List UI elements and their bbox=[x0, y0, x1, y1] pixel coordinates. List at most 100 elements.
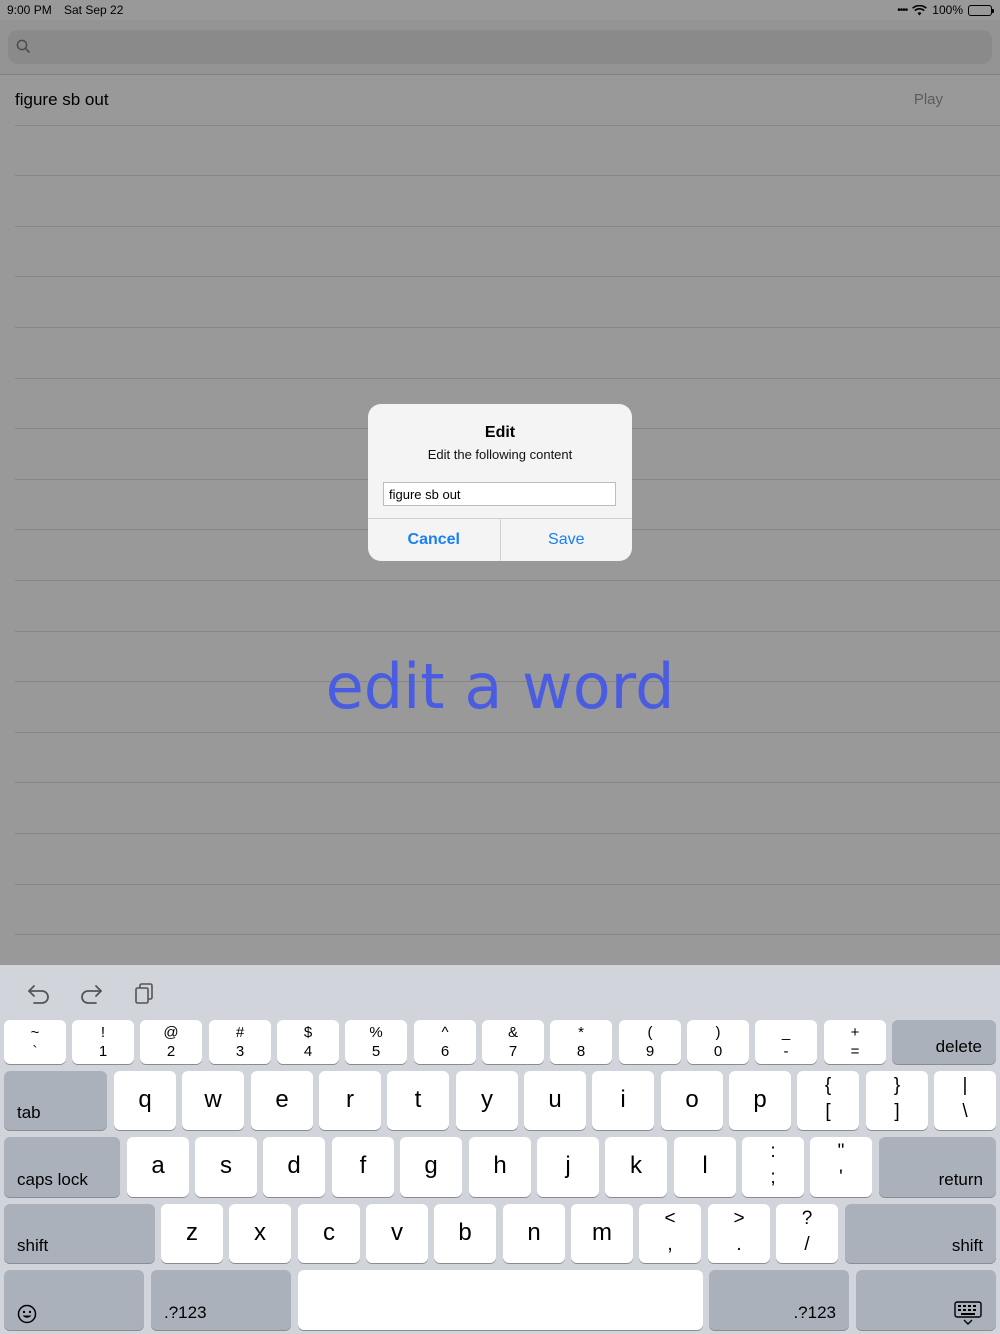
key-period[interactable]: > . bbox=[708, 1204, 770, 1263]
key-label: n bbox=[527, 1219, 541, 1246]
emoji-key[interactable] bbox=[4, 1270, 144, 1330]
key-x[interactable]: x bbox=[229, 1204, 291, 1263]
key-q[interactable]: q bbox=[114, 1071, 176, 1130]
key-quote[interactable]: " ' bbox=[810, 1137, 872, 1197]
delete-key[interactable]: delete bbox=[892, 1020, 996, 1064]
return-key[interactable]: return bbox=[879, 1137, 996, 1197]
shift-key-label: shift bbox=[951, 1236, 983, 1255]
shift-key-label: shift bbox=[17, 1236, 49, 1255]
key-o[interactable]: o bbox=[661, 1071, 723, 1130]
key-7[interactable]: & 7 bbox=[482, 1020, 544, 1064]
key-l[interactable]: l bbox=[674, 1137, 736, 1197]
key-label: f bbox=[359, 1152, 367, 1179]
key-g[interactable]: g bbox=[400, 1137, 462, 1197]
key-label: k bbox=[630, 1152, 642, 1179]
key-shift-label: _ bbox=[781, 1024, 791, 1041]
key-h[interactable]: h bbox=[469, 1137, 531, 1197]
key-shift-label: | bbox=[962, 1075, 968, 1096]
key-shift-label: # bbox=[235, 1024, 245, 1041]
key-label: p bbox=[753, 1086, 767, 1113]
key-t[interactable]: t bbox=[387, 1071, 449, 1130]
key-s[interactable]: s bbox=[195, 1137, 257, 1197]
key-shift-label: ( bbox=[647, 1024, 653, 1041]
key-2[interactable]: @ 2 bbox=[140, 1020, 202, 1064]
right-shift-key[interactable]: shift bbox=[845, 1204, 996, 1263]
key-comma[interactable]: < , bbox=[639, 1204, 701, 1263]
redo-icon[interactable] bbox=[78, 980, 104, 1004]
key-6[interactable]: ^ 6 bbox=[414, 1020, 476, 1064]
key-shift-label: ) bbox=[715, 1024, 721, 1041]
key-p[interactable]: p bbox=[729, 1071, 791, 1130]
key-4[interactable]: $ 4 bbox=[277, 1020, 339, 1064]
key-minus[interactable]: _ - bbox=[755, 1020, 817, 1064]
key-e[interactable]: e bbox=[251, 1071, 313, 1130]
save-button[interactable]: Save bbox=[501, 519, 633, 561]
key-3[interactable]: # 3 bbox=[209, 1020, 271, 1064]
key-label: e bbox=[275, 1086, 289, 1113]
cancel-button[interactable]: Cancel bbox=[368, 519, 501, 561]
tab-key-label: tab bbox=[17, 1103, 41, 1122]
caps-lock-label: caps lock bbox=[17, 1170, 88, 1189]
key-r[interactable]: r bbox=[319, 1071, 381, 1130]
key-equals[interactable]: + = bbox=[824, 1020, 886, 1064]
key-1[interactable]: ! 1 bbox=[72, 1020, 134, 1064]
key-k[interactable]: k bbox=[605, 1137, 667, 1197]
keyboard-toolbar bbox=[0, 965, 1000, 1017]
key-v[interactable]: v bbox=[366, 1204, 428, 1263]
key-shift-label: : bbox=[770, 1141, 776, 1162]
key-label: 2 bbox=[166, 1043, 176, 1060]
numbers-key-right[interactable]: .?123 bbox=[709, 1270, 849, 1330]
key-5[interactable]: % 5 bbox=[345, 1020, 407, 1064]
key-semicolon[interactable]: : ; bbox=[742, 1137, 804, 1197]
undo-icon[interactable] bbox=[26, 980, 52, 1004]
key-shift-label: ~ bbox=[30, 1024, 40, 1041]
key-label: 6 bbox=[440, 1043, 450, 1060]
key-f[interactable]: f bbox=[332, 1137, 394, 1197]
key-8[interactable]: * 8 bbox=[550, 1020, 612, 1064]
key-c[interactable]: c bbox=[298, 1204, 360, 1263]
key-backslash[interactable]: | \ bbox=[934, 1071, 996, 1130]
key-backtick[interactable]: ~ ` bbox=[4, 1020, 66, 1064]
key-y[interactable]: y bbox=[456, 1071, 518, 1130]
key-z[interactable]: z bbox=[161, 1204, 223, 1263]
key-n[interactable]: n bbox=[503, 1204, 565, 1263]
key-label: , bbox=[667, 1234, 673, 1255]
edit-field[interactable] bbox=[383, 482, 616, 506]
key-m[interactable]: m bbox=[571, 1204, 633, 1263]
numbers-key-label: .?123 bbox=[793, 1303, 836, 1322]
key-shift-label: " bbox=[837, 1141, 845, 1162]
key-shift-label: + bbox=[850, 1024, 860, 1041]
key-u[interactable]: u bbox=[524, 1071, 586, 1130]
key-shift-label: & bbox=[507, 1024, 518, 1041]
edit-alert: Edit Edit the following content Cancel S… bbox=[368, 404, 632, 561]
paste-icon[interactable] bbox=[132, 980, 158, 1004]
alert-buttons: Cancel Save bbox=[368, 518, 632, 561]
dismiss-keyboard-key[interactable] bbox=[856, 1270, 996, 1330]
left-shift-key[interactable]: shift bbox=[4, 1204, 155, 1263]
alert-title: Edit bbox=[484, 424, 516, 441]
key-shift-label: ! bbox=[100, 1024, 106, 1041]
key-slash[interactable]: ? / bbox=[776, 1204, 838, 1263]
key-9[interactable]: ( 9 bbox=[619, 1020, 681, 1064]
key-label: \ bbox=[962, 1101, 968, 1122]
key-i[interactable]: i bbox=[592, 1071, 654, 1130]
key-d[interactable]: d bbox=[263, 1137, 325, 1197]
space-bar[interactable] bbox=[298, 1270, 703, 1330]
key-0[interactable]: ) 0 bbox=[687, 1020, 749, 1064]
key-right-bracket[interactable]: } ] bbox=[866, 1071, 928, 1130]
key-label: r bbox=[346, 1086, 354, 1113]
numbers-key-left[interactable]: .?123 bbox=[151, 1270, 291, 1330]
key-label: v bbox=[391, 1219, 403, 1246]
key-w[interactable]: w bbox=[182, 1071, 244, 1130]
key-label: l bbox=[702, 1152, 708, 1179]
key-j[interactable]: j bbox=[537, 1137, 599, 1197]
numbers-key-label: .?123 bbox=[164, 1303, 207, 1322]
key-label: 5 bbox=[371, 1043, 381, 1060]
key-label: q bbox=[138, 1086, 152, 1113]
key-a[interactable]: a bbox=[127, 1137, 189, 1197]
tab-key[interactable]: tab bbox=[4, 1071, 107, 1130]
key-shift-label: < bbox=[664, 1208, 676, 1229]
key-left-bracket[interactable]: { [ bbox=[797, 1071, 859, 1130]
caps-lock-key[interactable]: caps lock bbox=[4, 1137, 120, 1197]
key-b[interactable]: b bbox=[434, 1204, 496, 1263]
